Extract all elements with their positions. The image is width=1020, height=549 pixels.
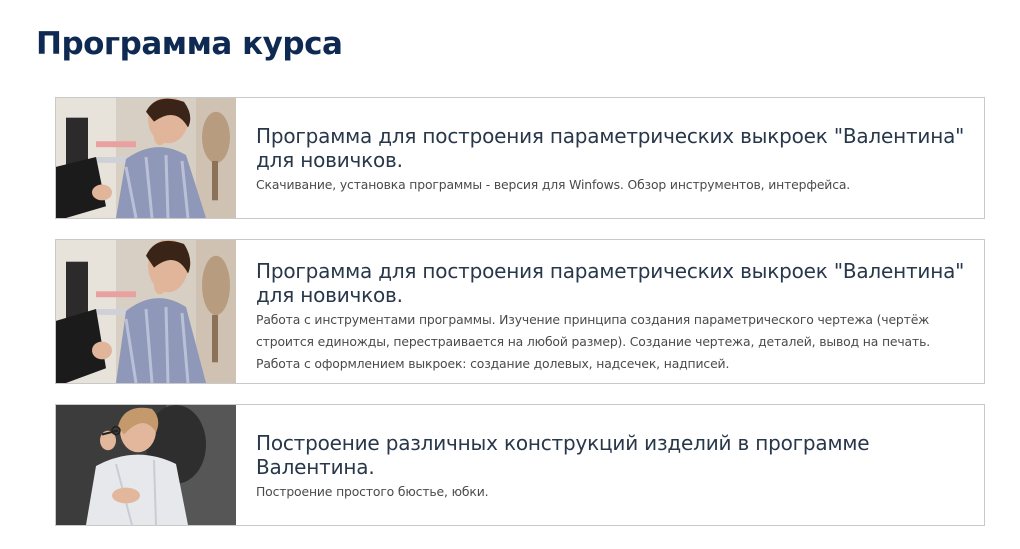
course-card-2[interactable]: Программа для построения параметрических… — [55, 239, 985, 384]
course-card-3[interactable]: Построение различных конструкций изделий… — [55, 404, 985, 526]
woman-with-tablet-photo — [56, 98, 236, 218]
woman-with-glasses-photo — [56, 405, 236, 525]
woman-with-tablet-photo — [56, 240, 236, 383]
course-card-body: Построение различных конструкций изделий… — [236, 405, 984, 525]
course-card-body: Программа для построения параметрических… — [236, 98, 984, 218]
course-title[interactable]: Построение различных конструкций изделий… — [256, 431, 968, 479]
course-thumbnail — [56, 405, 236, 525]
course-list: Программа для построения параметрических… — [55, 97, 985, 546]
course-card-body: Программа для построения параметрических… — [236, 240, 984, 383]
page-title: Программа курса — [36, 26, 343, 62]
course-title[interactable]: Программа для построения параметрических… — [256, 259, 968, 307]
course-description: Скачивание, установка программы - версия… — [256, 177, 851, 192]
course-thumbnail — [56, 98, 236, 218]
course-thumbnail — [56, 240, 236, 383]
course-title[interactable]: Программа для построения параметрических… — [256, 124, 968, 172]
course-description: Работа с инструментами программы. Изучен… — [256, 312, 931, 371]
course-card-1[interactable]: Программа для построения параметрических… — [55, 97, 985, 219]
course-description: Построение простого бюстье, юбки. — [256, 484, 489, 499]
